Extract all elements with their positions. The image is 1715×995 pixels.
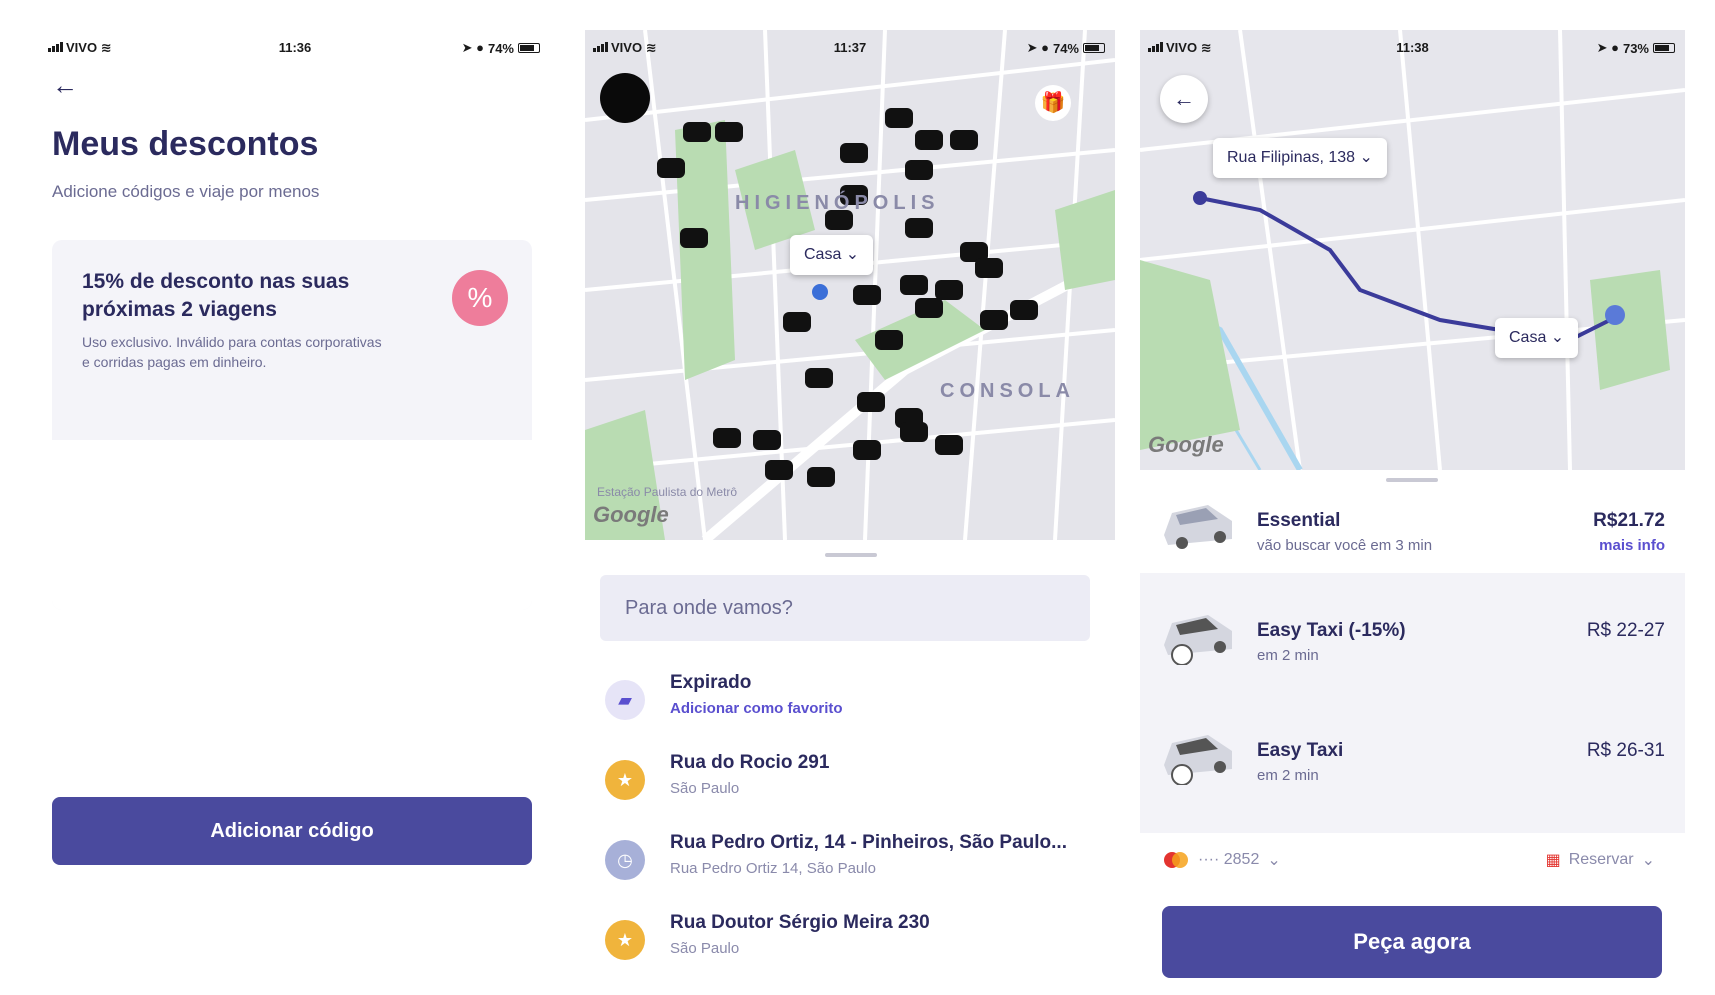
- taxi-icon: [1158, 605, 1238, 666]
- order-now-button[interactable]: Peça agora: [1162, 906, 1662, 978]
- ride-price: R$21.72: [1593, 510, 1665, 531]
- destination-pin-label[interactable]: Casa ⌄: [1495, 318, 1579, 358]
- origin-pin-label[interactable]: Rua Filipinas, 138 ⌄: [1213, 138, 1387, 178]
- status-time: 11:37: [833, 40, 867, 55]
- car-icon: [1158, 495, 1238, 555]
- battery-icon: [518, 43, 540, 53]
- map-district-label: CONSOLA: [940, 380, 1075, 402]
- status-time: 11:36: [278, 40, 312, 55]
- status-bar: VIVO ≋ 11:36 ➤ ● 74%: [40, 38, 550, 60]
- battery-percent: 73%: [1622, 40, 1649, 56]
- chevron-down-icon: ⌄: [1641, 852, 1655, 869]
- ride-price: R$ 26-31: [1586, 740, 1665, 761]
- battery-percent: 74%: [487, 40, 514, 56]
- place-sub: São Paulo: [670, 940, 740, 957]
- ride-option-easy-taxi-discount[interactable]: Easy Taxi (-15%) em 2 min R$ 22-27: [1140, 595, 1685, 695]
- carrier-label: VIVO ≋: [1148, 40, 1212, 56]
- home-screen: Casa ⌄ HIGIENÓPOLIS CONSOLA Estação Paul…: [585, 30, 1115, 990]
- add-code-button[interactable]: Adicionar código: [52, 797, 532, 865]
- more-info-link[interactable]: mais info: [1599, 537, 1665, 554]
- signal-icon: [1148, 42, 1163, 52]
- google-logo: Google: [1148, 432, 1224, 457]
- arrow-left-icon[interactable]: ←: [52, 70, 78, 101]
- card-number: ···· 2852: [1198, 851, 1260, 868]
- home-pin-label[interactable]: Casa ⌄: [790, 235, 874, 275]
- chevron-down-icon: ⌄: [1267, 852, 1281, 869]
- discounts-screen: VIVO ≋ 11:36 ➤ ● 74% ← Meus descontos Ad…: [40, 30, 550, 990]
- signal-icon: [48, 42, 63, 52]
- arrow-left-icon[interactable]: ←: [1160, 75, 1208, 123]
- status-right: ➤ ● 73%: [1597, 40, 1675, 56]
- battery-icon: [1653, 43, 1675, 53]
- battery-percent: 74%: [1052, 40, 1079, 56]
- destination-search-input[interactable]: Para onde vamos?: [600, 575, 1090, 641]
- status-right: ➤ ● 74%: [462, 40, 540, 56]
- clock-icon: ◷: [605, 840, 645, 880]
- route-map-canvas: [1140, 30, 1685, 472]
- list-item[interactable]: ▰ Expirado Adicionar como favorito: [600, 670, 1100, 740]
- briefcase-icon: ▰: [605, 680, 645, 720]
- mastercard-icon: [1164, 852, 1188, 868]
- star-icon: ★: [605, 760, 645, 800]
- payment-method-selector[interactable]: ···· 2852 ⌄: [1162, 850, 1281, 870]
- ride-options-screen: ← Rua Filipinas, 138 ⌄ Casa ⌄ Google Ess…: [1140, 30, 1685, 990]
- battery-icon: [1083, 43, 1105, 53]
- status-time: 11:38: [1396, 40, 1429, 55]
- discount-rules: [52, 440, 532, 610]
- list-item[interactable]: ★ Rua do Rocio 291 São Paulo: [600, 750, 1100, 820]
- drawer-handle[interactable]: [1386, 478, 1438, 482]
- place-name: Expirado: [670, 672, 752, 693]
- list-item[interactable]: ◷ Rua Pedro Ortiz, 14 - Pinheiros, São P…: [600, 830, 1100, 900]
- ride-name: Easy Taxi (-15%): [1257, 620, 1406, 641]
- ride-eta: em 2 min: [1257, 647, 1319, 664]
- map-district-label: HIGIENÓPOLIS: [735, 192, 940, 214]
- map-view[interactable]: Casa ⌄ HIGIENÓPOLIS CONSOLA Estação Paul…: [585, 30, 1115, 544]
- discount-title: 15% de desconto nas suas próximas 2 viag…: [82, 270, 350, 321]
- ride-option-essential[interactable]: Essential vão buscar você em 3 min R$21.…: [1140, 485, 1685, 570]
- place-sub: São Paulo: [670, 780, 740, 797]
- status-bar: VIVO ≋ 11:38 ➤ ● 73%: [1140, 38, 1685, 60]
- ride-option-easy-taxi[interactable]: Easy Taxi em 2 min R$ 26-31: [1140, 715, 1685, 815]
- list-item[interactable]: ★ Rua Doutor Sérgio Meira 230 São Paulo: [600, 910, 1100, 980]
- map-station-label: Estação Paulista do Metrô: [597, 485, 738, 499]
- place-name: Rua Pedro Ortiz, 14 - Pinheiros, São Pau…: [670, 832, 1067, 853]
- taxi-icon: [1158, 725, 1238, 786]
- ride-eta: vão buscar você em 3 min: [1257, 537, 1433, 554]
- page-title: Meus descontos: [52, 125, 319, 163]
- discount-card-header: 15% de desconto nas suas próximas 2 viag…: [52, 240, 532, 440]
- discount-card[interactable]: 15% de desconto nas suas próximas 2 viag…: [52, 240, 532, 610]
- reserve-label: Reservar: [1568, 851, 1634, 868]
- page-subtitle: Adicione códigos e viaje por menos: [52, 182, 320, 201]
- add-favorite-link[interactable]: Adicionar como favorito: [670, 700, 843, 717]
- percent-badge-icon: %: [452, 270, 508, 326]
- signal-icon: [593, 42, 608, 52]
- ride-name: Essential: [1257, 510, 1341, 531]
- ride-name: Easy Taxi: [1257, 740, 1344, 761]
- place-name: Rua Doutor Sérgio Meira 230: [670, 912, 930, 933]
- place-sub: Rua Pedro Ortiz 14, São Paulo: [670, 860, 876, 877]
- drawer-handle[interactable]: [825, 553, 877, 557]
- discount-description: Uso exclusivo. Inválido para contas corp…: [82, 334, 382, 370]
- gift-icon[interactable]: 🎁: [1035, 85, 1071, 121]
- calendar-icon: ▦: [1545, 852, 1561, 869]
- status-right: ➤ ● 74%: [1027, 40, 1105, 56]
- google-logo: Google: [593, 502, 669, 527]
- carrier-label: VIVO ≋: [593, 40, 657, 56]
- carrier-label: VIVO ≋: [48, 40, 112, 56]
- route-map[interactable]: ← Rua Filipinas, 138 ⌄ Casa ⌄ Google: [1140, 30, 1685, 472]
- ride-price: R$ 22-27: [1586, 620, 1665, 641]
- place-name: Rua do Rocio 291: [670, 752, 830, 773]
- ride-eta: em 2 min: [1257, 767, 1319, 784]
- reserve-selector[interactable]: ▦ Reservar ⌄: [1546, 850, 1655, 870]
- status-bar: VIVO ≋ 11:37 ➤ ● 74%: [585, 38, 1115, 60]
- star-icon: ★: [605, 920, 645, 960]
